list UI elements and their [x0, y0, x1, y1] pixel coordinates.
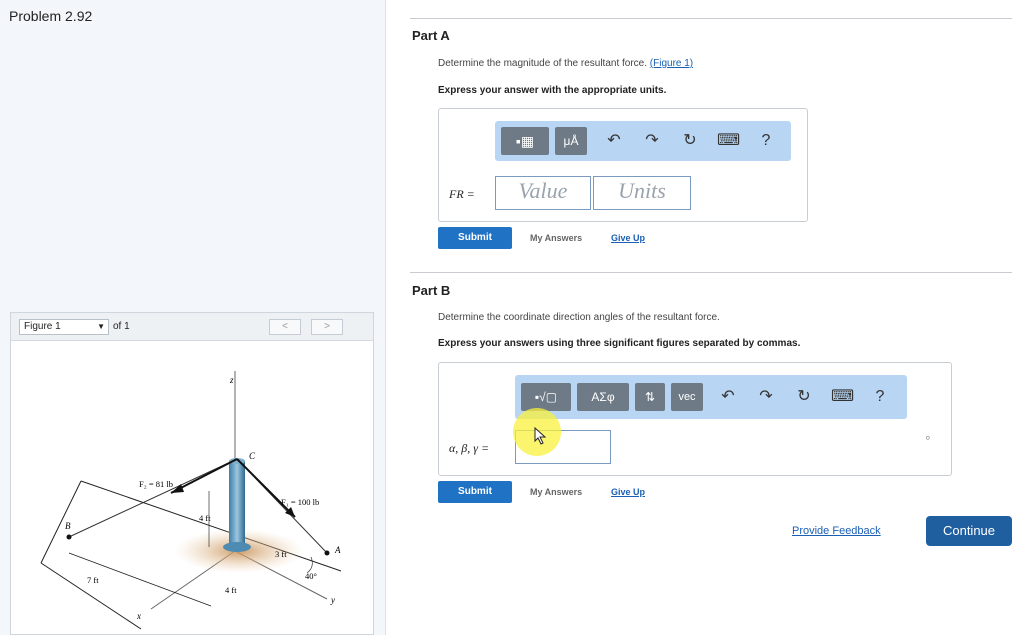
templates-button[interactable]: ▪√▢	[521, 383, 571, 411]
part-b-title: Part B	[412, 283, 451, 298]
part-b-description: Determine the coordinate direction angle…	[438, 312, 720, 323]
part-a-toolbar: ▪▦ μÅ ↶ ↷ ↻ ⌨ ?	[495, 121, 791, 161]
prev-figure-button[interactable]: <	[269, 319, 301, 335]
problem-title: Problem 2.92	[9, 8, 93, 24]
vector-button[interactable]: vec	[671, 383, 703, 411]
point-c-label: C	[249, 451, 256, 461]
figure-panel: Figure 1 ▼ of 1 < > z y x A B C F₂ = 81 …	[10, 312, 374, 635]
x-axis-label: x	[136, 611, 141, 621]
reset-icon[interactable]: ↻	[793, 383, 815, 411]
templates-button[interactable]: ▪▦	[501, 127, 549, 155]
redo-icon[interactable]: ↷	[755, 383, 777, 411]
figure-select[interactable]: Figure 1 ▼	[19, 319, 109, 335]
undo-icon[interactable]: ↶	[603, 127, 625, 155]
point-b-label: B	[65, 521, 71, 531]
reset-icon[interactable]: ↻	[679, 127, 701, 155]
part-a-my-answers-link[interactable]: My Answers	[530, 233, 582, 243]
divider	[410, 18, 1012, 19]
chevron-down-icon: ▼	[97, 322, 105, 331]
force-f2-label: F₂ = 81 lb	[139, 479, 173, 489]
continue-button[interactable]: Continue	[926, 516, 1012, 546]
next-figure-button[interactable]: >	[311, 319, 343, 335]
part-a-give-up-link[interactable]: Give Up	[611, 233, 645, 243]
part-b-submit-button[interactable]: Submit	[438, 481, 512, 503]
part-b-instructions: Express your answers using three signifi…	[438, 338, 801, 349]
help-icon[interactable]: ?	[869, 383, 891, 411]
degree-symbol: °	[925, 433, 930, 447]
angles-label: α, β, γ =	[449, 441, 490, 455]
greek-symbols-button[interactable]: ΑΣφ	[577, 383, 629, 411]
figure-toolbar: Figure 1 ▼ of 1 < >	[11, 313, 373, 341]
value-input[interactable]: Value	[495, 176, 591, 210]
part-a-desc-text: Determine the magnitude of the resultant…	[438, 58, 648, 69]
dim-7ft-label: 7 ft	[87, 575, 99, 585]
y-axis-label: y	[330, 595, 335, 605]
problem-sidebar: Problem 2.92 Figure 1 ▼ of 1 < > z y x A…	[0, 0, 386, 635]
keyboard-icon[interactable]: ⌨	[717, 127, 740, 155]
figure-image: z y x A B C F₂ = 81 lb F₁ = 100 lb 4 ft …	[40, 371, 342, 630]
dim-4ft-label: 4 ft	[225, 585, 237, 595]
redo-icon[interactable]: ↷	[641, 127, 663, 155]
angle-label: 40°	[305, 571, 317, 581]
provide-feedback-link[interactable]: Provide Feedback	[792, 525, 881, 537]
help-icon[interactable]: ?	[755, 127, 777, 155]
mouse-cursor-icon	[534, 427, 547, 445]
height-label: 4 ft	[199, 513, 211, 523]
arrows-button[interactable]: ⇅	[635, 383, 665, 411]
units-input[interactable]: Units	[593, 176, 691, 210]
keyboard-icon[interactable]: ⌨	[831, 383, 854, 411]
part-a-answer-box: ▪▦ μÅ ↶ ↷ ↻ ⌨ ? FR = Value Units	[438, 108, 808, 222]
dim-3ft-label: 3 ft	[275, 549, 287, 559]
part-b-toolbar: ▪√▢ ΑΣφ ⇅ vec ↶ ↷ ↻ ⌨ ?	[515, 375, 907, 419]
force-f1-label: F₁ = 100 lb	[281, 497, 319, 507]
fr-label: FR =	[449, 187, 475, 201]
part-a-instructions: Express your answer with the appropriate…	[438, 85, 667, 96]
undo-icon[interactable]: ↶	[717, 383, 739, 411]
units-button[interactable]: μÅ	[555, 127, 587, 155]
part-b-answer-box: ▪√▢ ΑΣφ ⇅ vec ↶ ↷ ↻ ⌨ ? α, β, γ = °	[438, 362, 952, 476]
divider	[410, 272, 1012, 273]
part-a-description: Determine the magnitude of the resultant…	[438, 58, 693, 69]
part-a-submit-button[interactable]: Submit	[438, 227, 512, 249]
point-a-label: A	[334, 545, 341, 555]
figure-select-value: Figure 1	[24, 321, 61, 332]
z-axis-label: z	[229, 375, 234, 385]
figure-link[interactable]: (Figure 1)	[650, 58, 693, 69]
part-a-title: Part A	[412, 28, 450, 43]
part-b-my-answers-link[interactable]: My Answers	[530, 487, 582, 497]
part-b-give-up-link[interactable]: Give Up	[611, 487, 645, 497]
figure-count: of 1	[113, 321, 130, 332]
main-content: Part A Determine the magnitude of the re…	[386, 0, 1024, 635]
